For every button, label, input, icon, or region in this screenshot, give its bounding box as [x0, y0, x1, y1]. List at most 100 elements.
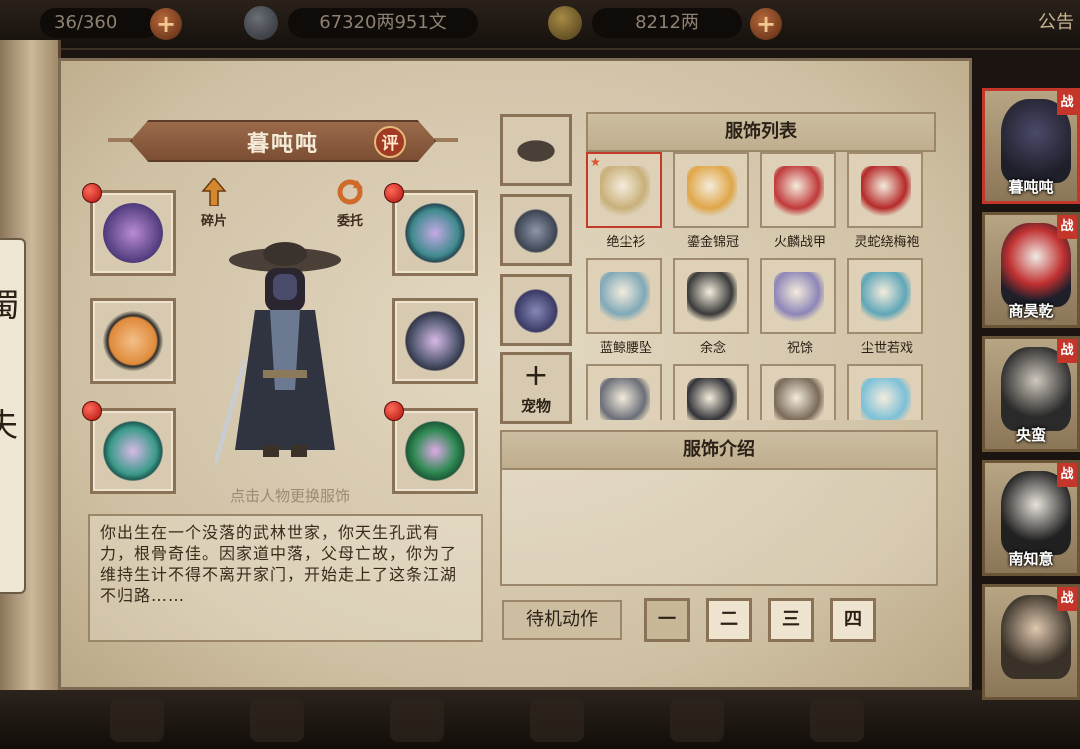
costume-item-frame [847, 364, 923, 420]
character-name-bar: 暮吨吨 评 [108, 118, 458, 164]
roster-member-3[interactable]: 战 央蛮 [982, 336, 1080, 452]
upgrade-dot [384, 401, 404, 421]
equip-slot-gauntlet[interactable] [90, 190, 176, 276]
fire-armor-icon [774, 166, 824, 216]
left-scroll: 蜀 夫 [0, 40, 61, 700]
costume-item[interactable] [847, 364, 927, 420]
dark-bracelet-icon [687, 378, 737, 420]
battle-badge: 战 [1057, 339, 1077, 363]
costume-item-label: 鎏金锦冠 [686, 235, 739, 250]
equip-slot-headwear[interactable] [392, 190, 478, 276]
costume-item-frame [673, 364, 749, 420]
scroll-tab[interactable]: 蜀 夫 [0, 238, 26, 594]
costume-item-label: 绝尘衫 [606, 235, 646, 250]
new-star-icon: ★ [590, 155, 601, 169]
equip-slot-armor[interactable] [392, 298, 478, 384]
bottom-nav-item[interactable] [810, 698, 864, 742]
roster-member-4[interactable]: 战 南知意 [982, 460, 1080, 576]
gold-crown-icon [687, 166, 737, 216]
entrust-button[interactable]: 委托 [328, 178, 372, 229]
blue-bracelet-icon [861, 272, 911, 322]
roster-member-1[interactable]: 战 暮吨吨 [982, 88, 1080, 204]
bottom-nav-item[interactable] [390, 698, 444, 742]
change-outfit-hint: 点击人物更换服饰 [229, 487, 350, 505]
pet-label: 宠物 [520, 397, 551, 415]
costume-item-frame [673, 152, 749, 228]
costume-item[interactable]: 祝馀 [760, 258, 840, 356]
top-resource-bar: 36/360 + 67320两951文 8212两 + 公告 [0, 0, 1080, 50]
costume-item[interactable]: ★ 绝尘衫 [586, 152, 666, 250]
straw-hat-icon [513, 129, 559, 173]
equip-slot-ring[interactable] [90, 408, 176, 494]
entrust-swap-icon [337, 179, 363, 205]
mask-icon [513, 289, 559, 333]
black-bracelet-icon [687, 272, 737, 322]
bottom-nav-item[interactable] [530, 698, 584, 742]
roster-name: 暮吨吨 [1008, 178, 1054, 196]
boot-right [291, 445, 307, 457]
costume-item-label: 火麟战甲 [773, 235, 826, 250]
costume-item[interactable] [673, 364, 753, 420]
scroll-glyph-2: 夫 [0, 406, 19, 444]
rate-button[interactable]: 评 [374, 126, 406, 158]
robe-icon [600, 166, 650, 216]
roster-member-5[interactable]: 战 [982, 584, 1080, 700]
costume-intro-content [500, 468, 938, 586]
upgrade-dot [384, 183, 404, 203]
armor-icon [405, 311, 465, 371]
battle-badge: 战 [1057, 215, 1077, 239]
fragment-button[interactable]: 碎片 [192, 176, 236, 229]
idle-action-button-2[interactable]: 二 [706, 598, 752, 642]
gold-ingot-icon [548, 6, 582, 40]
add-stamina-button[interactable]: + [150, 8, 182, 40]
battle-badge: 战 [1057, 587, 1077, 611]
roster-name: 南知意 [1008, 550, 1054, 568]
costume-item[interactable]: 灵蛇绕梅袍 [847, 152, 927, 250]
idle-action-button-4[interactable]: 四 [830, 598, 876, 642]
pet-slot-button[interactable]: + 宠物 [500, 352, 572, 424]
notice-button[interactable]: 公告 [1038, 8, 1080, 38]
costume-slot-mask[interactable] [500, 274, 572, 346]
fragment-arrow-icon [201, 176, 227, 207]
costume-item-frame [586, 258, 662, 334]
roster-member-2[interactable]: 战 商昊乾 [982, 212, 1080, 328]
costume-list-title: 服饰列表 [586, 112, 936, 152]
costume-item[interactable]: 余念 [673, 258, 753, 356]
costume-item[interactable] [586, 364, 666, 420]
costume-item-frame [760, 364, 836, 420]
bottom-nav-item[interactable] [250, 698, 304, 742]
upgrade-dot [82, 401, 102, 421]
costume-item-frame: ★ [586, 152, 662, 228]
costume-item-frame [673, 258, 749, 334]
entrust-label: 委托 [336, 214, 363, 229]
costume-slot-hat[interactable] [500, 114, 572, 186]
costume-slot-scarf[interactable] [500, 194, 572, 266]
scarf-icon [513, 209, 559, 253]
bottom-nav-item[interactable] [110, 698, 164, 742]
idle-action-button-1[interactable]: 一 [644, 598, 690, 642]
idle-action-button-3[interactable]: 三 [768, 598, 814, 642]
red-robe-icon [861, 166, 911, 216]
costume-item[interactable]: 鎏金锦冠 [673, 152, 753, 250]
character-figure[interactable] [215, 240, 355, 470]
add-pet-icon: + [523, 358, 549, 393]
costume-item-label: 余念 [699, 341, 726, 356]
equip-slot-pendant[interactable] [392, 408, 478, 494]
roster-name: 商昊乾 [1008, 302, 1054, 320]
costume-item[interactable]: 尘世若戏 [847, 258, 927, 356]
mask-face [273, 274, 297, 300]
equip-slot-dagger[interactable] [90, 298, 176, 384]
costume-item[interactable] [760, 364, 840, 420]
costume-intro-title: 服饰介绍 [500, 430, 938, 470]
costume-item-label: 蓝鲸腰坠 [599, 341, 652, 356]
boot-left [263, 445, 279, 457]
jade-pendant-icon [405, 421, 465, 481]
add-gold-button[interactable]: + [750, 8, 782, 40]
hat-scarf-icon [405, 203, 465, 263]
gold-counter: 8212两 [592, 8, 742, 38]
scroll-glyph-1: 蜀 [0, 286, 21, 324]
costume-item[interactable]: 火麟战甲 [760, 152, 840, 250]
costume-item[interactable]: 蓝鲸腰坠 [586, 258, 666, 356]
silver-ingot-icon [244, 6, 278, 40]
bottom-nav-item[interactable] [670, 698, 724, 742]
